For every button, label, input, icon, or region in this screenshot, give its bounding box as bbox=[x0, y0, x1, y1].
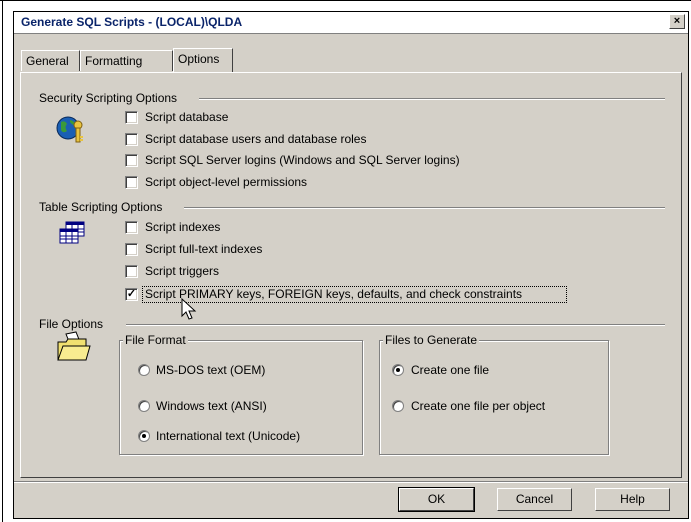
close-button[interactable]: × bbox=[669, 14, 685, 29]
table-grid-icon bbox=[58, 220, 86, 246]
script-database-label: Script database bbox=[145, 110, 229, 124]
table-section-heading: Table Scripting Options bbox=[39, 200, 163, 214]
ok-button[interactable]: OK bbox=[398, 487, 475, 512]
button-area-divider bbox=[14, 481, 688, 483]
windows-text-label: Windows text (ANSI) bbox=[156, 399, 267, 413]
files-to-generate-group-title: Files to Generate bbox=[383, 333, 480, 347]
windows-text-radio[interactable] bbox=[138, 400, 150, 412]
script-logins-checkbox[interactable] bbox=[125, 154, 138, 167]
international-text-label: International text (Unicode) bbox=[156, 429, 301, 443]
script-keys-constraints-checkbox[interactable]: ✓ bbox=[125, 288, 138, 301]
tab-general-label: General bbox=[26, 54, 69, 68]
international-text-radio[interactable] bbox=[138, 430, 150, 442]
script-fulltext-indexes-label: Script full-text indexes bbox=[145, 242, 263, 256]
tab-formatting-label: Formatting bbox=[85, 54, 143, 68]
cancel-button[interactable]: Cancel bbox=[497, 488, 572, 511]
tab-options-label: Options bbox=[178, 52, 220, 66]
security-section-heading: Security Scripting Options bbox=[39, 91, 178, 105]
script-permissions-checkbox[interactable] bbox=[125, 176, 138, 189]
create-one-file-label: Create one file bbox=[411, 363, 490, 377]
file-section-divider bbox=[126, 324, 665, 326]
script-indexes-label: Script indexes bbox=[145, 220, 221, 234]
background-window-top bbox=[0, 0, 691, 1]
window-title: Generate SQL Scripts - (LOCAL)\QLDA bbox=[21, 15, 243, 29]
ms-dos-text-radio[interactable] bbox=[138, 364, 150, 376]
file-format-group-title: File Format bbox=[123, 333, 188, 347]
security-globe-key-icon bbox=[54, 112, 88, 146]
script-indexes-checkbox[interactable] bbox=[125, 221, 138, 234]
generate-sql-scripts-dialog: Generate SQL Scripts - (LOCAL)\QLDA × Ge… bbox=[13, 11, 689, 519]
create-file-per-object-label: Create one file per object bbox=[411, 399, 546, 413]
security-section-divider bbox=[199, 98, 665, 100]
script-triggers-label: Script triggers bbox=[145, 264, 220, 278]
folder-icon bbox=[56, 330, 92, 364]
tab-general[interactable]: General bbox=[21, 50, 80, 71]
files-to-generate-group bbox=[379, 340, 609, 455]
script-fulltext-indexes-checkbox[interactable] bbox=[125, 243, 138, 256]
background-window-edge bbox=[2, 0, 3, 522]
title-bar: Generate SQL Scripts - (LOCAL)\QLDA × bbox=[14, 12, 688, 34]
script-triggers-checkbox[interactable] bbox=[125, 265, 138, 278]
tab-options[interactable]: Options bbox=[173, 48, 233, 72]
script-permissions-label: Script object-level permissions bbox=[145, 175, 308, 189]
radio-dot bbox=[396, 368, 400, 372]
script-users-roles-label: Script database users and database roles bbox=[145, 132, 367, 146]
mouse-cursor-icon bbox=[181, 297, 199, 322]
script-database-checkbox[interactable] bbox=[125, 111, 138, 124]
tab-formatting[interactable]: Formatting bbox=[80, 50, 173, 71]
ms-dos-text-label: MS-DOS text (OEM) bbox=[156, 363, 266, 377]
script-users-roles-checkbox[interactable] bbox=[125, 133, 138, 146]
script-logins-label: Script SQL Server logins (Windows and SQ… bbox=[145, 153, 460, 167]
table-section-divider bbox=[184, 207, 665, 209]
create-one-file-radio[interactable] bbox=[392, 364, 404, 376]
radio-dot bbox=[142, 434, 146, 438]
file-section-heading: File Options bbox=[39, 317, 104, 331]
help-button[interactable]: Help bbox=[595, 488, 670, 511]
create-file-per-object-radio[interactable] bbox=[392, 400, 404, 412]
script-keys-constraints-label: Script PRIMARY keys, FOREIGN keys, defau… bbox=[145, 287, 523, 301]
